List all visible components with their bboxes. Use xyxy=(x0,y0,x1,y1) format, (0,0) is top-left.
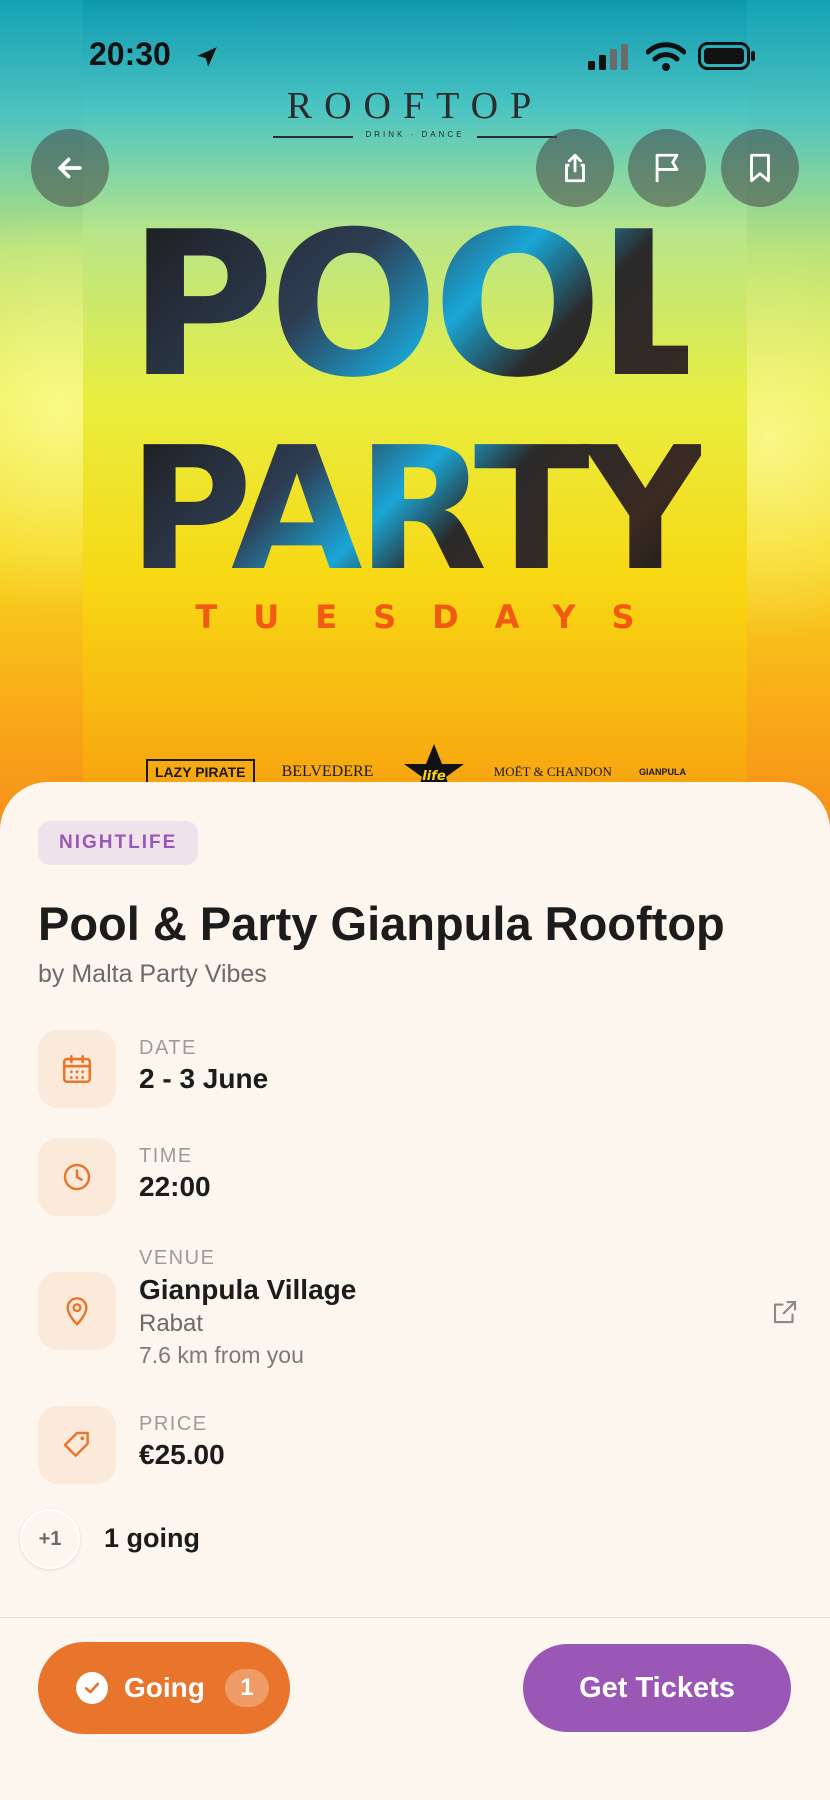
time-value: 22:00 xyxy=(139,1171,211,1202)
poster-headline-pool: POOL& xyxy=(128,206,688,426)
report-button[interactable] xyxy=(628,129,706,207)
external-link-icon[interactable] xyxy=(770,1297,800,1327)
status-bar: 20:30 xyxy=(0,0,830,110)
event-organizer[interactable]: by Malta Party Vibes xyxy=(38,960,267,989)
arrow-left-icon xyxy=(58,157,82,179)
date-label: DATE xyxy=(139,1037,197,1059)
flag-icon xyxy=(655,153,679,183)
back-button[interactable] xyxy=(31,129,109,207)
battery-icon xyxy=(698,42,755,70)
date-value: 2 - 3 June xyxy=(139,1063,269,1094)
bookmark-button[interactable] xyxy=(721,129,799,207)
calendar-icon xyxy=(62,1054,92,1084)
price-label: PRICE xyxy=(139,1413,208,1435)
venue-label: VENUE xyxy=(139,1247,216,1269)
price-value: €25.00 xyxy=(139,1439,225,1470)
time-icon-tile xyxy=(38,1138,116,1216)
event-poster-image: ROOFTOP DRINK · DANCE POOL& PARTY TUESDA… xyxy=(83,0,747,830)
clock-icon xyxy=(63,1163,91,1191)
time-label: TIME xyxy=(139,1145,193,1167)
attendee-avatar: +1 xyxy=(20,1509,80,1569)
poster-headline-party-text: PARTY xyxy=(128,411,707,609)
sponsor-belvedere: BELVEDERE xyxy=(281,763,374,780)
going-button-label: Going xyxy=(124,1672,205,1703)
price-tag-icon xyxy=(63,1431,89,1457)
map-pin-icon xyxy=(66,1297,88,1326)
wifi-icon xyxy=(646,42,686,71)
check-circle-icon xyxy=(76,1672,108,1704)
share-icon xyxy=(565,153,585,183)
category-badge[interactable]: NIGHTLIFE xyxy=(38,821,199,865)
venue-name: Gianpula Village xyxy=(139,1274,357,1305)
cellular-signal-icon xyxy=(588,44,628,70)
venue-icon-tile xyxy=(38,1272,116,1350)
bookmark-icon xyxy=(750,153,770,183)
price-icon-tile xyxy=(38,1406,116,1484)
event-title: Pool & Party Gianpula Rooftop xyxy=(38,897,725,950)
going-button[interactable]: Going 1 xyxy=(38,1642,290,1734)
venue-locality: Rabat xyxy=(139,1310,204,1337)
venue-distance: 7.6 km from you xyxy=(139,1342,304,1368)
poster-headline-pool-text: POOL& xyxy=(128,206,688,422)
event-poster-hero: ROOFTOP DRINK · DANCE POOL& PARTY TUESDA… xyxy=(0,0,830,830)
sponsor-gianpula: GIANPULA xyxy=(638,767,686,777)
get-tickets-button[interactable]: Get Tickets xyxy=(523,1644,791,1732)
sponsor-moet: MOËT & CHANDON xyxy=(493,764,612,779)
attendees-count-text: 1 going xyxy=(104,1523,200,1553)
going-count-badge: 1 xyxy=(224,1669,269,1707)
date-icon-tile xyxy=(38,1030,116,1108)
poster-subtitle: TUESDAYS xyxy=(195,598,671,636)
location-arrow-icon xyxy=(197,47,217,67)
status-time: 20:30 xyxy=(89,36,171,72)
share-button[interactable] xyxy=(536,129,614,207)
footer-divider xyxy=(0,1617,830,1618)
poster-headline-party: PARTY xyxy=(128,425,707,595)
